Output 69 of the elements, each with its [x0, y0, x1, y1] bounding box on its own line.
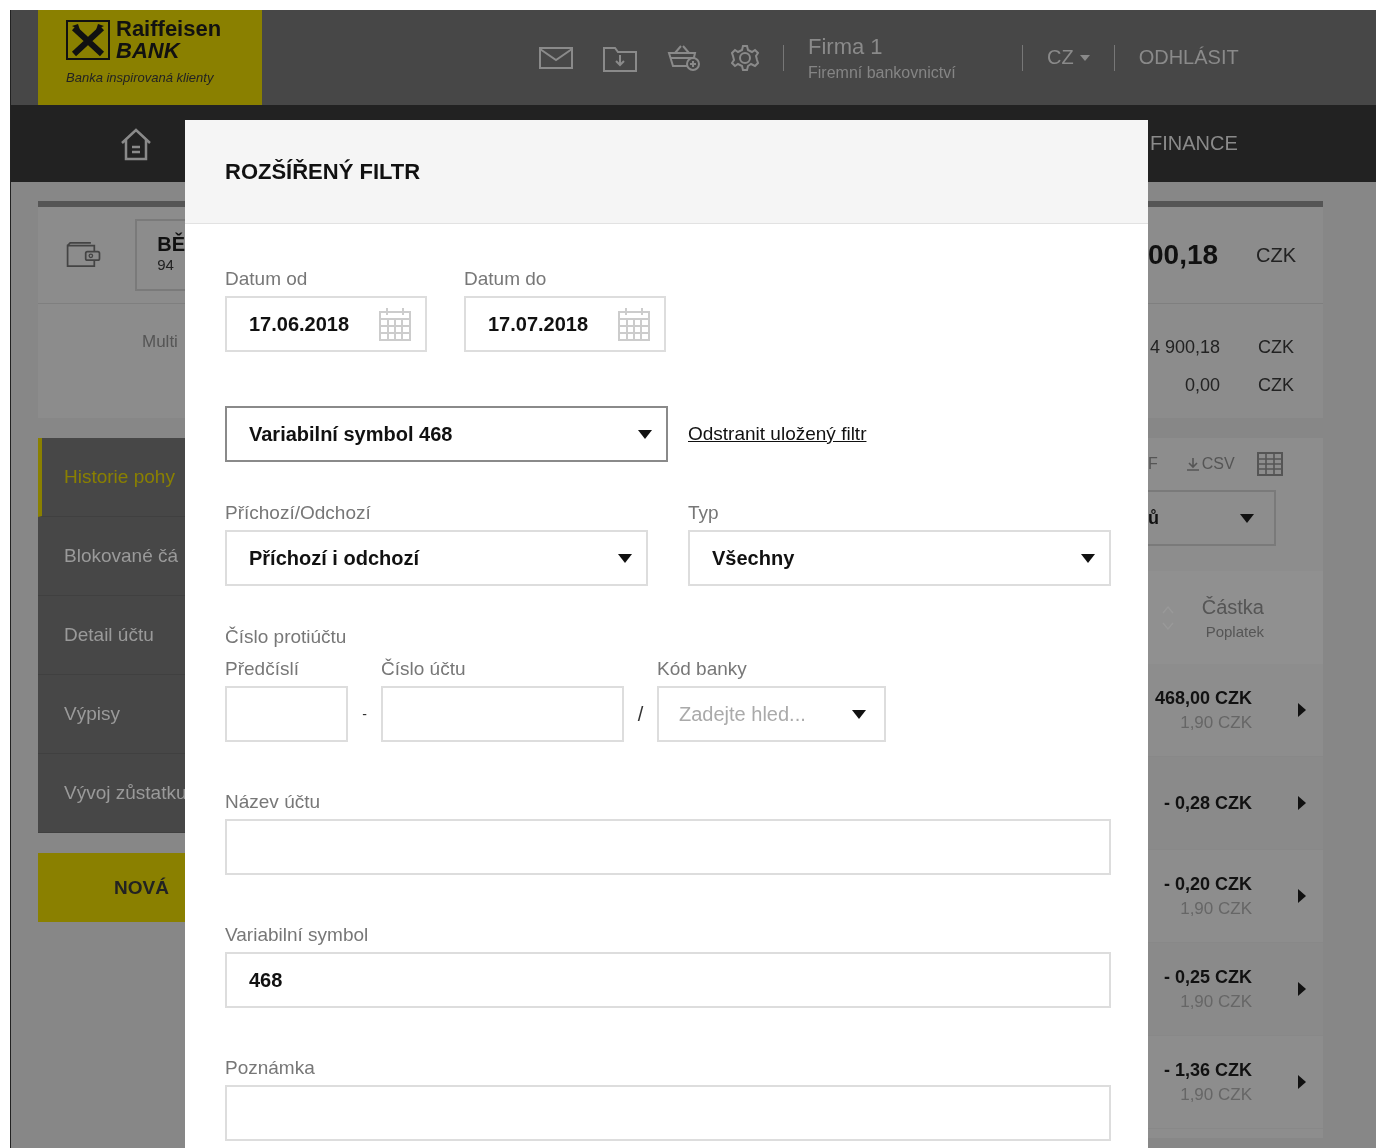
caret-right-icon[interactable] — [1298, 796, 1306, 810]
table-icon[interactable] — [1256, 452, 1283, 476]
caret-icon — [1079, 54, 1090, 61]
basket-plus-icon[interactable] — [667, 43, 701, 72]
field-label: Typ — [688, 502, 720, 524]
amount: 468,00 CZK — [1153, 687, 1252, 709]
caret-icon — [1081, 553, 1095, 563]
caret-icon — [638, 429, 652, 439]
amount: - 0,25 CZK — [1162, 966, 1252, 988]
separator: - — [361, 705, 368, 724]
settings-icon[interactable] — [731, 43, 759, 72]
caret-right-icon[interactable] — [1298, 1075, 1306, 1089]
amount: - 0,28 CZK — [1162, 792, 1252, 814]
calendar-icon[interactable] — [379, 307, 411, 341]
new-payment-button[interactable]: NOVÁ — [38, 853, 185, 922]
field-label: Příchozí/Odchozí — [225, 502, 372, 524]
saved-filter-dropdown[interactable]: Variabilní symbol 468 — [225, 406, 668, 462]
remove-filter-link[interactable]: Odstranit uložený filtr — [688, 423, 867, 445]
note-field[interactable] — [225, 1085, 1111, 1141]
prefix-field[interactable] — [225, 686, 348, 742]
amount: - 1,36 CZK — [1162, 1059, 1252, 1081]
account-name: BĚ — [157, 233, 185, 256]
caret-icon — [618, 553, 632, 563]
caret-right-icon[interactable] — [1298, 703, 1306, 717]
logo-name: Raiffeisen — [116, 18, 222, 40]
dialog-title: ROZŠÍŘENÝ FILTR — [225, 158, 421, 185]
currency: CZK — [1258, 336, 1294, 358]
column-subheader: Poplatek — [1204, 622, 1264, 640]
type-dropdown[interactable]: Všechny — [688, 530, 1111, 586]
field-label: Datum do — [464, 268, 548, 290]
company-name: Firma 1 — [808, 33, 884, 60]
field-label: Datum od — [225, 268, 309, 290]
caret-right-icon[interactable] — [1298, 889, 1306, 903]
separator: / — [636, 701, 645, 727]
field-label: Poznámka — [225, 1057, 316, 1079]
currency: CZK — [1256, 243, 1296, 267]
caret-right-icon[interactable] — [1298, 982, 1306, 996]
download-icon — [1185, 457, 1200, 471]
crossed-horses-icon — [66, 20, 110, 60]
amount: 4 900,18 — [1148, 336, 1220, 358]
field-label: Kód banky — [657, 658, 748, 680]
company-subtitle: Firemní bankovnictví — [808, 63, 957, 82]
account-number-field[interactable] — [381, 686, 624, 742]
field-label: Název účtu — [225, 791, 322, 813]
calendar-icon[interactable] — [618, 307, 650, 341]
account-number: 94 — [157, 256, 175, 273]
caret-icon — [1240, 513, 1254, 523]
field-label: Variabilní symbol — [225, 924, 370, 946]
caret-icon — [852, 710, 866, 719]
field-label: Číslo protiúčtu — [225, 626, 348, 648]
mail-icon[interactable] — [539, 45, 573, 70]
variable-symbol-field[interactable]: 468 — [225, 952, 1111, 1008]
column-header: Částka — [1200, 595, 1264, 619]
date-to-field[interactable]: 17.07.2018 — [464, 296, 666, 352]
balance-amount: 00,18 — [1148, 239, 1220, 271]
account-name-field[interactable] — [225, 819, 1111, 875]
field-label: Číslo účtu — [381, 658, 467, 680]
filter-dropdown[interactable]: ů — [1148, 490, 1276, 546]
logo-bank: BANK — [116, 40, 182, 62]
date-from-field[interactable]: 17.06.2018 — [225, 296, 427, 352]
field-label: Předčíslí — [225, 658, 300, 680]
bank-code-dropdown[interactable]: Zadejte hled... — [657, 686, 886, 742]
home-icon[interactable] — [119, 126, 153, 161]
logo-slogan: Banka inspirovaná klienty — [66, 70, 215, 85]
currency: CZK — [1258, 374, 1294, 396]
direction-dropdown[interactable]: Příchozí i odchozí — [225, 530, 648, 586]
amount: 0,00 — [1183, 374, 1220, 396]
nav-item[interactable]: FINANCE — [1148, 132, 1238, 155]
amount: - 0,20 CZK — [1162, 873, 1252, 895]
